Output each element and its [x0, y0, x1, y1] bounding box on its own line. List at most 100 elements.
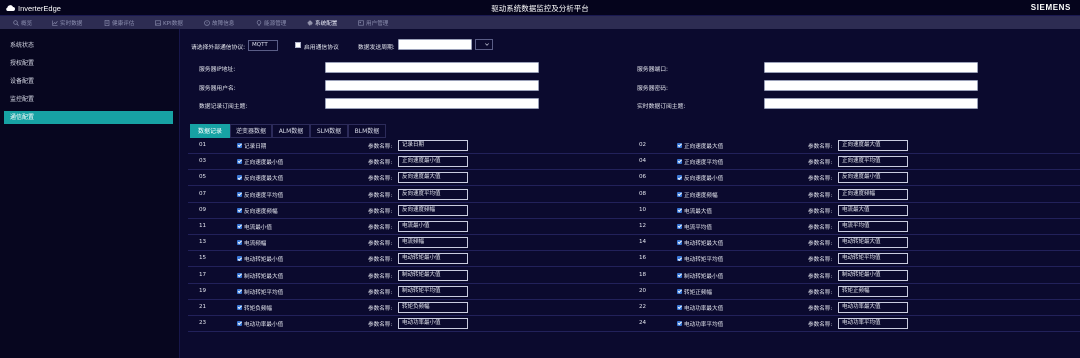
param-name-input[interactable]: 电动功率最小值 — [398, 318, 468, 330]
main-content: 请选择外部通信协议: MQTT 启用通信协议 数据发送周期: 服务器IP地址: … — [188, 29, 1080, 358]
row-name: 电流最大值 — [684, 208, 712, 215]
param-name-input[interactable]: 电动转矩最大值 — [838, 237, 908, 249]
row-enable-checkbox[interactable] — [237, 256, 242, 262]
row-enable-checkbox[interactable] — [677, 224, 682, 229]
row-number: 22 — [639, 304, 647, 310]
row-name: 转矩正频幅 — [684, 289, 712, 296]
param-name-input[interactable]: 电流平均值 — [838, 221, 908, 232]
nav-item-kpi[interactable]: KPI数据 — [155, 18, 183, 27]
nav-label: 健康评估 — [112, 20, 135, 27]
param-name-input[interactable]: 正向速度频幅 — [838, 188, 908, 200]
protocol-select-value: MQTT — [252, 42, 268, 48]
server-user-label: 服务器用户名: — [199, 86, 236, 92]
row-enable-checkbox[interactable] — [677, 305, 682, 310]
param-name-input[interactable]: 电动功率最大值 — [838, 302, 908, 313]
row-enable-checkbox[interactable] — [237, 159, 242, 165]
param-name-input[interactable]: 转矩负频幅 — [398, 302, 468, 313]
param-name-input[interactable]: 反向速度平均值 — [398, 188, 468, 200]
tab-alm-data[interactable]: ALM数据 — [272, 124, 310, 138]
server-port-input[interactable] — [764, 62, 978, 73]
row-enable-checkbox[interactable] — [677, 288, 682, 294]
row-enable-checkbox[interactable] — [237, 321, 242, 327]
param-name-input[interactable]: 电流最小值 — [398, 221, 468, 232]
row-name: 反向速度频幅 — [244, 208, 278, 215]
protocol-select[interactable]: MQTT — [248, 40, 278, 51]
param-name-input[interactable]: 记录日期 — [398, 140, 468, 151]
row-enable-checkbox[interactable] — [237, 207, 242, 213]
row-enable-checkbox[interactable] — [677, 272, 682, 278]
row-name: 正向速度最大值 — [684, 144, 724, 150]
server-password-label: 服务器密码: — [637, 86, 668, 92]
param-name-input[interactable]: 制动转矩最大值 — [398, 269, 468, 281]
row-enable-checkbox[interactable] — [237, 224, 242, 229]
nav-item-health[interactable]: 健康评估 — [104, 18, 134, 27]
nav-item-fault[interactable]: 故障信息 — [204, 18, 234, 27]
row-enable-checkbox[interactable] — [677, 240, 682, 246]
nav-item-realtime[interactable]: 实时数据 — [52, 18, 82, 27]
param-name-input[interactable]: 反向速度最小值 — [838, 172, 908, 184]
param-name-input[interactable]: 电动转矩最小值 — [398, 253, 468, 265]
row-enable-checkbox[interactable] — [677, 159, 682, 165]
param-name-input[interactable]: 电动转矩平均值 — [838, 253, 908, 265]
row-enable-checkbox[interactable] — [677, 143, 682, 148]
row-name: 电动转矩最大值 — [684, 241, 724, 248]
period-unit-select[interactable] — [475, 39, 493, 50]
row-number: 21 — [199, 304, 207, 310]
param-name-input[interactable]: 电动功率平均值 — [838, 318, 908, 330]
row-name: 制动转矩最大值 — [244, 273, 284, 280]
row-enable-checkbox[interactable] — [237, 175, 242, 181]
nav-item-overview[interactable]: 概览 — [13, 18, 32, 27]
param-name-input[interactable]: 转矩正频幅 — [838, 285, 908, 297]
sidebar-item-license[interactable]: 授权配置 — [4, 57, 173, 70]
nav-item-user-mgmt[interactable]: 用户管理 — [358, 18, 388, 27]
row-enable-checkbox[interactable] — [237, 240, 242, 246]
param-name-input[interactable]: 正向速度最大值 — [838, 140, 908, 151]
row-name: 正向速度平均值 — [684, 160, 724, 167]
row-name: 正向速度最小值 — [244, 160, 284, 167]
row-enable-checkbox[interactable] — [237, 191, 242, 197]
row-enable-checkbox[interactable] — [677, 175, 682, 181]
row-enable-checkbox[interactable] — [677, 256, 682, 262]
sidebar-item-device[interactable]: 设备配置 — [4, 75, 173, 88]
sidebar-item-monitor[interactable]: 监控配置 — [4, 93, 173, 106]
row-enable-checkbox[interactable] — [237, 272, 242, 278]
realtime-topic-input[interactable] — [764, 98, 978, 109]
nav-item-energy[interactable]: 能源管理 — [256, 18, 286, 27]
row-enable-checkbox[interactable] — [237, 305, 242, 310]
param-name-input[interactable]: 制动转矩平均值 — [398, 285, 468, 297]
row-enable-checkbox[interactable] — [237, 143, 242, 148]
record-topic-label: 数据记录订阅主题: — [199, 104, 248, 110]
param-name-label: 参数名称: — [368, 306, 393, 312]
row-name: 正向速度频幅 — [684, 192, 718, 199]
tab-inverter-data[interactable]: 逆变器数据 — [230, 124, 272, 138]
param-name-input[interactable]: 反向速度最大值 — [398, 172, 468, 184]
row-name: 制动转矩平均值 — [244, 289, 284, 296]
row-enable-checkbox[interactable] — [677, 207, 682, 213]
nav-item-system-config[interactable]: 系统配置 — [307, 18, 337, 27]
row-enable-checkbox[interactable] — [237, 288, 242, 294]
enable-protocol-checkbox[interactable] — [295, 42, 301, 48]
param-name-input[interactable]: 正向速度最小值 — [398, 156, 468, 168]
param-name-input[interactable]: 制动转矩最小值 — [838, 269, 908, 281]
row-enable-checkbox[interactable] — [677, 321, 682, 327]
row-enable-checkbox[interactable] — [677, 191, 682, 197]
tab-blm-data[interactable]: BLM数据 — [348, 124, 386, 138]
nav-label: 实时数据 — [60, 20, 83, 27]
sidebar-item-communication[interactable]: 通信配置 — [4, 111, 173, 124]
server-user-input[interactable] — [325, 80, 539, 91]
param-name-input[interactable]: 电流频幅 — [398, 237, 468, 249]
server-password-input[interactable] — [764, 80, 978, 91]
sidebar-item-system-status[interactable]: 系统状态 — [4, 39, 173, 52]
server-ip-input[interactable] — [325, 62, 539, 73]
param-name-input[interactable]: 正向速度平均值 — [838, 156, 908, 168]
tab-slm-data[interactable]: SLM数据 — [310, 124, 348, 138]
record-topic-input[interactable] — [325, 98, 539, 109]
tab-data-record[interactable]: 数据记录 — [190, 124, 230, 138]
param-name-input[interactable]: 反向速度频幅 — [398, 204, 468, 216]
gear-icon — [307, 20, 313, 25]
nav-label: 能源管理 — [264, 20, 287, 27]
period-input[interactable] — [398, 39, 472, 50]
row-number: 13 — [199, 239, 207, 246]
param-name-label: 参数名称: — [808, 322, 833, 329]
param-name-input[interactable]: 电流最大值 — [838, 204, 908, 216]
